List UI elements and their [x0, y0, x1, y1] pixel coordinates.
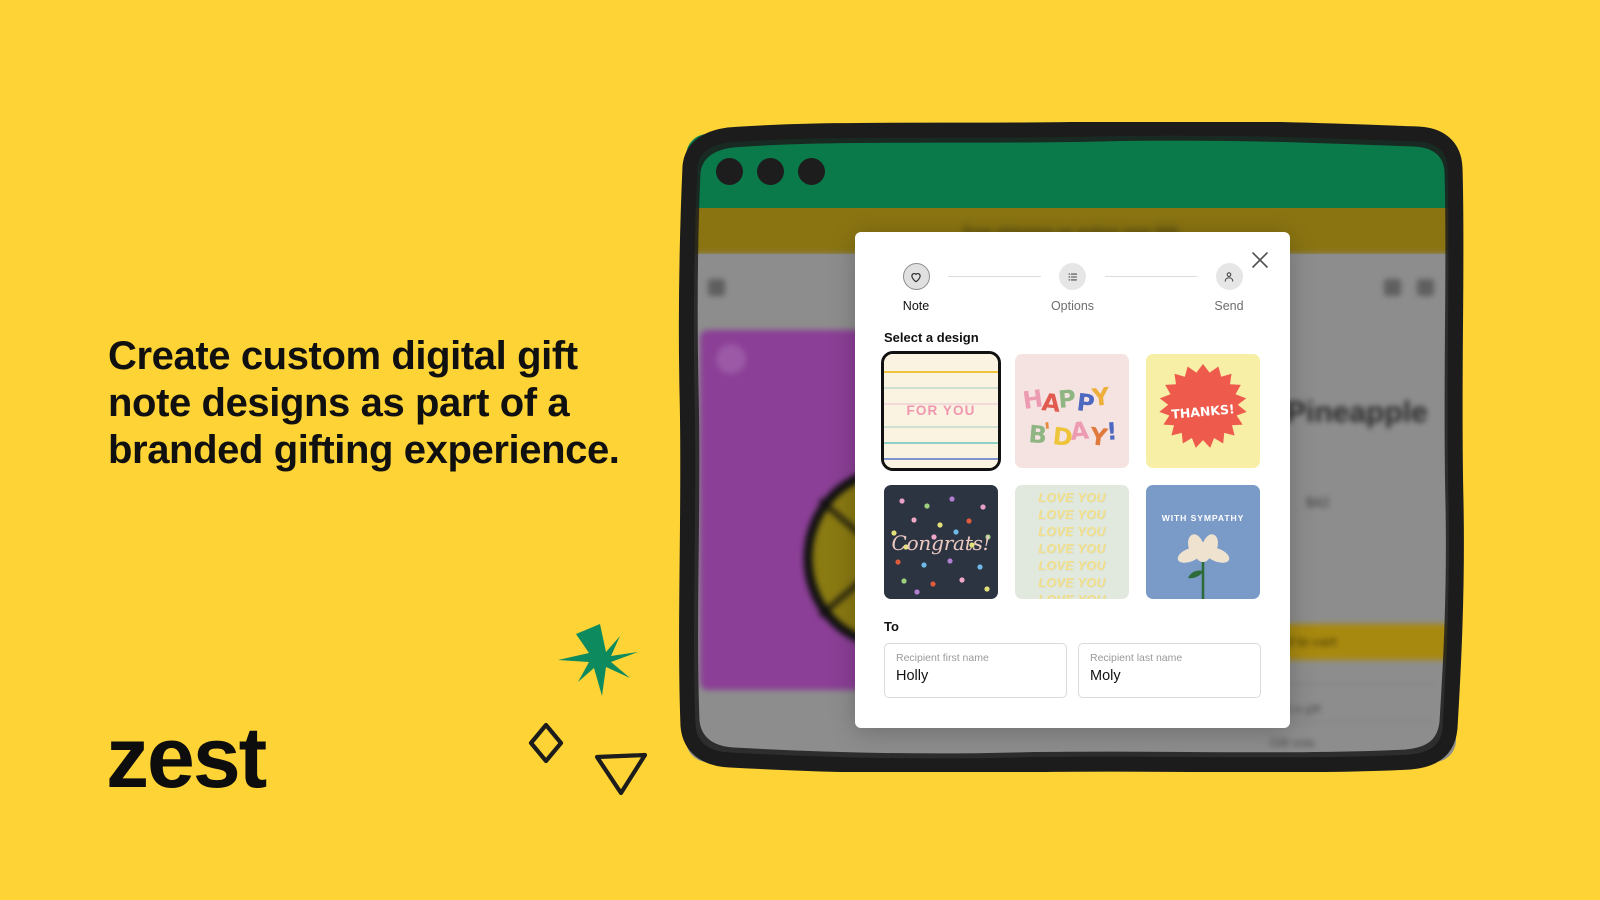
design-card-with-sympathy[interactable]: WITH SYMPATHY	[1146, 485, 1260, 599]
product-price: $42	[1306, 494, 1330, 510]
happy-bday-canvas: H A P P Y B ' D A Y !	[1015, 354, 1129, 468]
svg-text:!: !	[1105, 417, 1118, 446]
step-options-circle	[1059, 263, 1086, 290]
list-icon	[1068, 272, 1077, 281]
for-you-canvas: FOR YOU	[884, 354, 998, 468]
step-send-label: Send	[1214, 299, 1244, 313]
step-send[interactable]: Send	[1197, 263, 1261, 313]
gift-note-modal: Note Options Send Select a design FOR YO…	[855, 232, 1290, 728]
recipient-first-name-value: Holly	[896, 668, 929, 684]
step-note[interactable]: Note	[884, 263, 948, 313]
to-heading: To	[884, 619, 899, 634]
design-card-for-you[interactable]: FOR YOU	[881, 351, 1001, 471]
diamond-icon	[528, 722, 564, 764]
window-minimize-dot[interactable]	[757, 157, 784, 185]
step-note-label: Note	[902, 299, 930, 313]
recipient-first-name-label: Recipient first name	[896, 652, 989, 664]
menu-icon[interactable]	[708, 278, 725, 296]
design-label-love-you: LOVE YOU	[1015, 592, 1129, 599]
recipient-last-name-label: Recipient last name	[1090, 652, 1183, 664]
step-options[interactable]: Options	[1041, 263, 1105, 313]
design-label-congrats: Congrats!	[891, 531, 991, 555]
flower-icon	[1177, 534, 1230, 599]
svg-text:A: A	[1069, 416, 1090, 446]
triangle-icon	[594, 752, 648, 796]
with-sympathy-canvas: WITH SYMPATHY	[1146, 485, 1260, 599]
search-icon[interactable]	[1384, 278, 1401, 296]
heart-icon	[911, 272, 921, 282]
step-note-circle	[902, 263, 930, 290]
gift-note-row[interactable]: Gift note	[1270, 736, 1315, 750]
select-design-heading: Select a design	[884, 330, 979, 345]
design-label-love-you: LOVE YOU	[1038, 525, 1106, 539]
thanks-canvas: THANKS!	[1146, 354, 1260, 468]
favorite-icon[interactable]	[716, 344, 746, 374]
step-options-label: Options	[1050, 299, 1095, 313]
page-title: Create custom digital gift note designs …	[108, 334, 620, 473]
poster-canvas: Create custom digital gift note designs …	[0, 0, 1600, 900]
design-label-love-you: LOVE YOU	[1038, 576, 1106, 590]
window-maximize-dot[interactable]	[798, 157, 825, 185]
cart-icon[interactable]	[1417, 278, 1434, 296]
stepper-connector	[948, 276, 1041, 277]
step-send-circle	[1215, 263, 1243, 290]
happy-bday-lettering: H A P P Y B ' D A Y !	[1021, 382, 1118, 452]
recipient-first-name-field[interactable]: Recipient first name Holly	[884, 643, 1067, 698]
design-card-happy-bday[interactable]: H A P P Y B ' D A Y !	[1015, 354, 1129, 468]
stepper-connector	[1104, 276, 1197, 277]
design-label-love-you: LOVE YOU	[1038, 559, 1106, 573]
design-card-thanks[interactable]: THANKS!	[1146, 354, 1260, 468]
design-label-love-you: LOVE YOU	[1038, 508, 1106, 522]
window-close-dot[interactable]	[716, 157, 743, 185]
product-title: Pineapple	[1286, 396, 1428, 429]
starburst-icon: THANKS!	[1159, 364, 1247, 448]
congrats-canvas: Congrats!	[884, 485, 998, 599]
person-icon	[1224, 271, 1234, 282]
svg-text:Y: Y	[1090, 382, 1112, 412]
modal-stepper: Note Options Send	[884, 232, 1261, 313]
design-label-love-you: LOVE YOU	[1038, 491, 1106, 505]
design-grid: FOR YOU H A P P Y B ' D A Y ! THANKS! Co…	[881, 351, 1261, 599]
love-you-canvas: LOVE YOU LOVE YOU LOVE YOU LOVE YOU LOVE…	[1015, 485, 1129, 599]
browser-titlebar	[686, 134, 1456, 208]
design-card-love-you[interactable]: LOVE YOU LOVE YOU LOVE YOU LOVE YOU LOVE…	[1015, 485, 1129, 599]
recipient-last-name-field[interactable]: Recipient last name Moly	[1078, 643, 1261, 698]
design-card-congrats[interactable]: Congrats!	[884, 485, 998, 599]
brand-wordmark: zest	[106, 710, 267, 806]
design-label-for-you: FOR YOU	[906, 403, 976, 418]
star-icon	[558, 624, 638, 696]
to-fields-row: Recipient first name Holly Recipient las…	[884, 643, 1261, 698]
svg-text:P: P	[1057, 385, 1077, 414]
design-label-love-you: LOVE YOU	[1038, 542, 1106, 556]
recipient-last-name-value: Moly	[1090, 668, 1121, 684]
